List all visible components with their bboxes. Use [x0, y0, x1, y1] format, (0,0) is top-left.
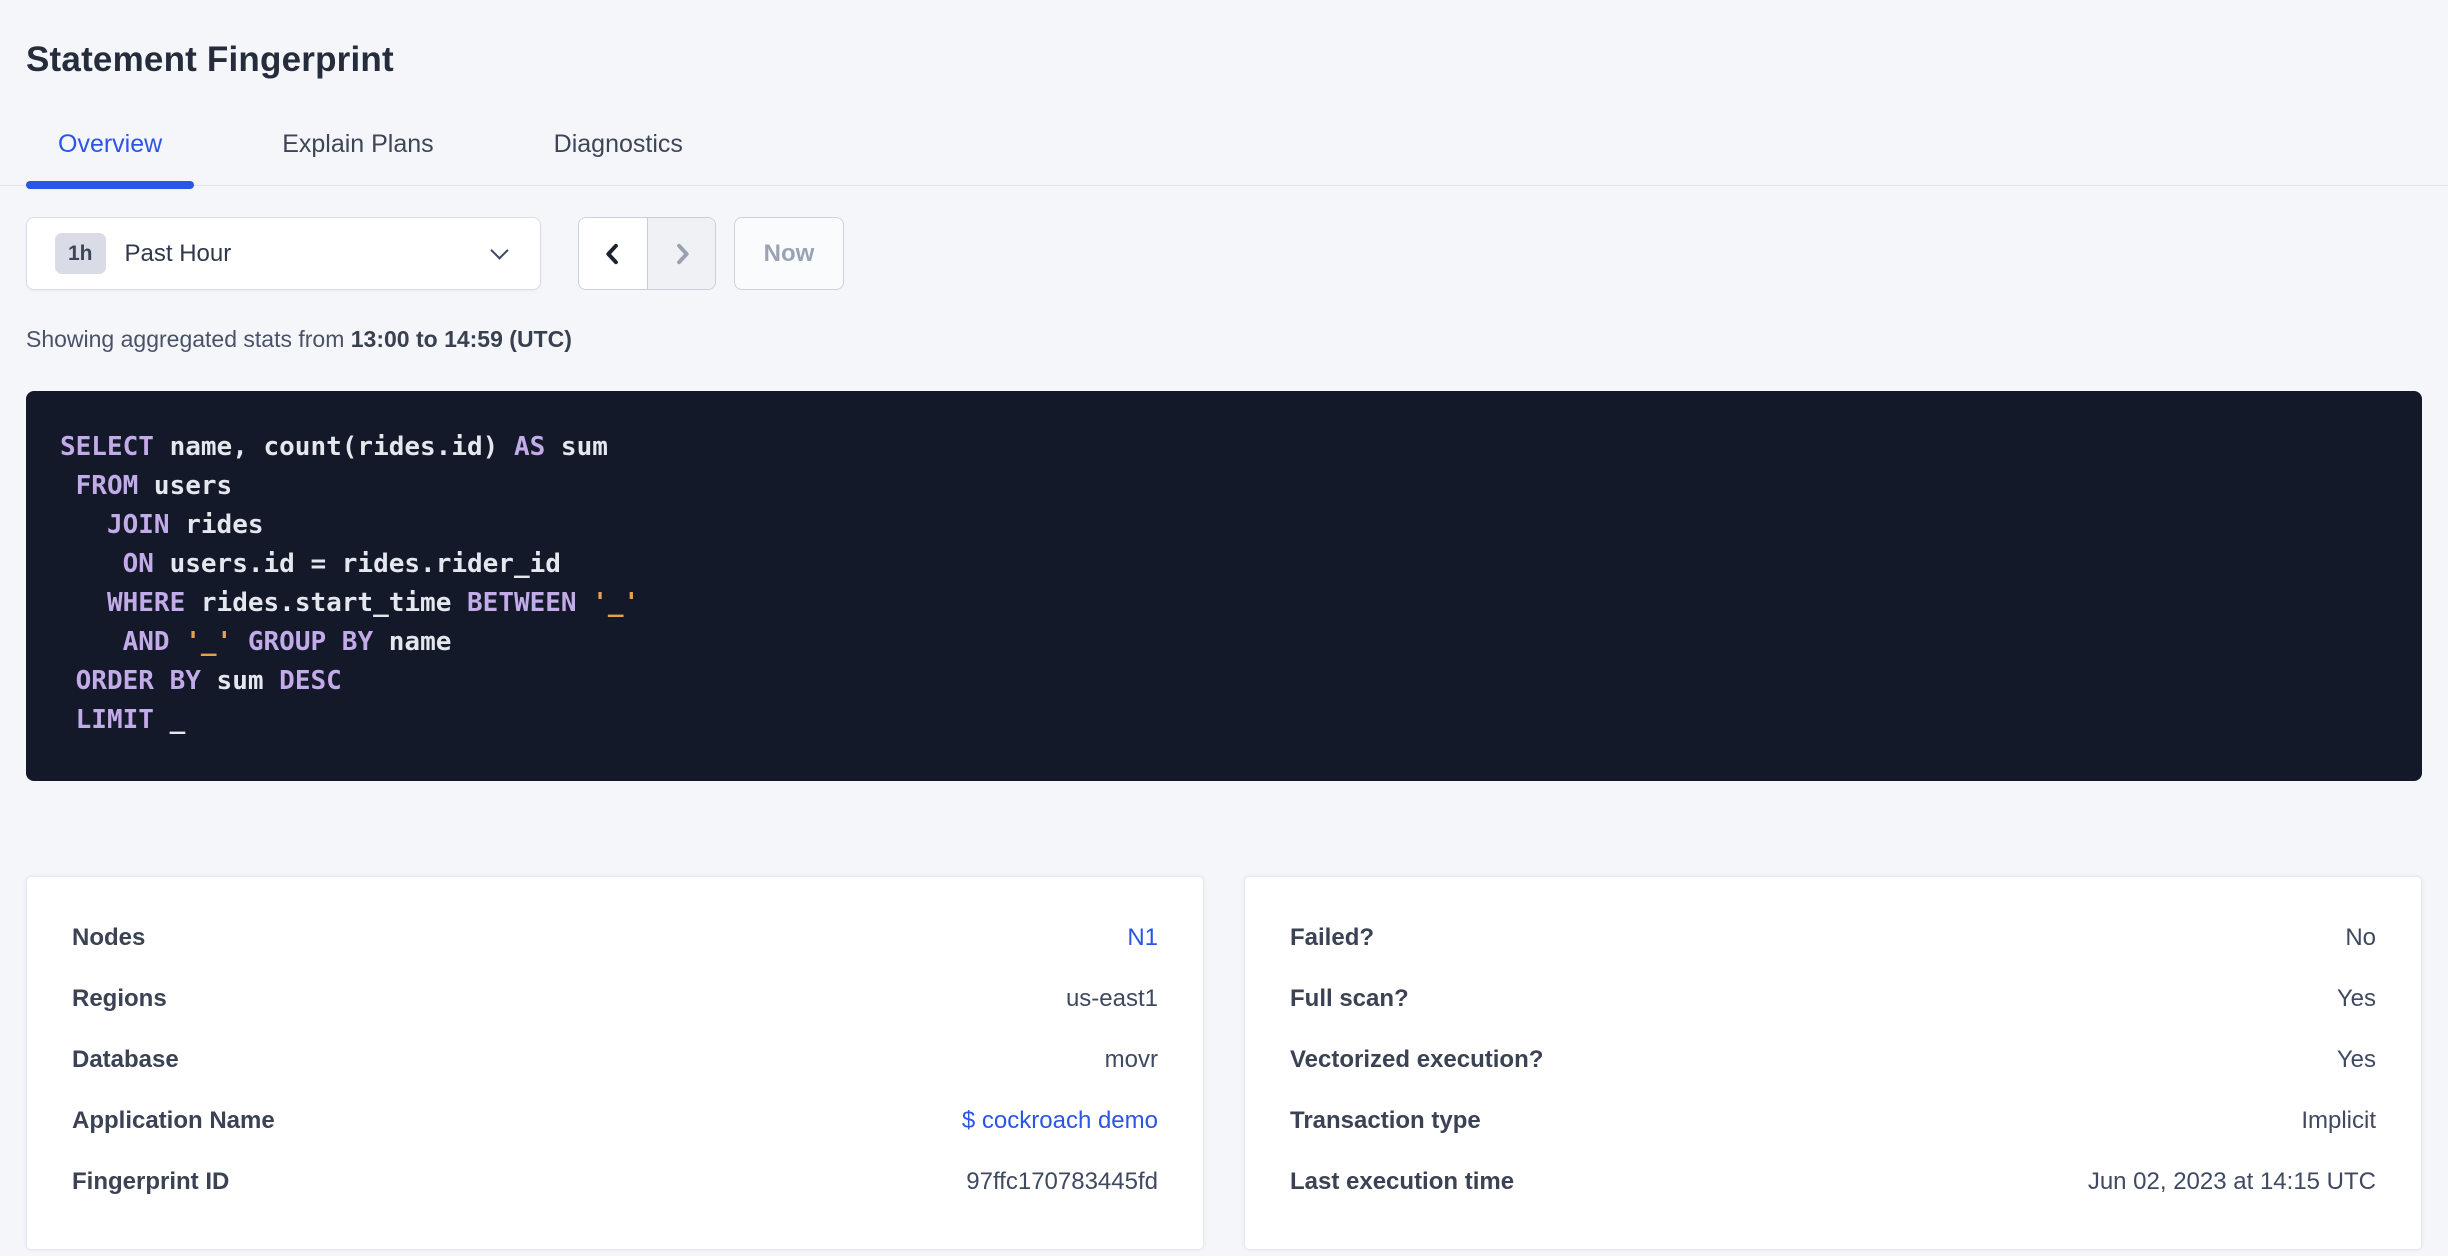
sql-line: AND '_' GROUP BY name: [60, 623, 2388, 662]
detail-row-last-execution-time: Last execution time Jun 02, 2023 at 14:15…: [1290, 1151, 2376, 1212]
vectorized-execution-value: Yes: [2336, 1045, 2376, 1073]
detail-row-database: Database movr: [72, 1029, 1158, 1090]
interval-label: Past Hour: [124, 239, 232, 267]
detail-row-transaction-type: Transaction type Implicit: [1290, 1090, 2376, 1151]
vectorized-execution-label: Vectorized execution?: [1290, 1045, 1544, 1073]
sql-string-literal: '_': [185, 627, 233, 658]
sql-line: SELECT name, count(rides.id) AS sum: [60, 428, 2388, 467]
sql-keyword: JOIN: [106, 510, 170, 541]
sql-line: FROM users: [60, 467, 2388, 506]
previous-interval-button[interactable]: [579, 218, 647, 290]
sql-text: sum: [545, 432, 608, 463]
interval-badge: 1h: [55, 233, 106, 275]
failed-label: Failed?: [1290, 923, 1375, 951]
sql-text: rides: [169, 510, 264, 541]
tab-diagnostics[interactable]: Diagnostics: [522, 129, 715, 185]
details-cards: Nodes N1 Regions us-east1 Database movr Applic…: [26, 876, 2422, 1251]
fingerprint-id-label: Fingerprint ID: [72, 1167, 230, 1195]
chevron-right-icon: [676, 243, 689, 265]
detail-row-nodes: Nodes N1: [72, 907, 1158, 968]
full-scan-value: Yes: [2336, 984, 2376, 1012]
regions-value: us-east1: [1065, 984, 1158, 1012]
sql-text: rides.start_time: [185, 588, 468, 619]
database-value: movr: [1104, 1045, 1158, 1073]
sql-keyword: LIMIT: [75, 705, 154, 736]
sql-text: sum: [200, 666, 280, 697]
regions-label: Regions: [72, 984, 167, 1012]
tab-overview[interactable]: Overview: [26, 129, 195, 190]
sql-text: users.id = rides.rider_id: [153, 549, 561, 580]
detail-row-full-scan: Full scan? Yes: [1290, 968, 2376, 1029]
statement-details-card: Nodes N1 Regions us-east1 Database movr Applic…: [26, 876, 1204, 1251]
sql-keyword: BETWEEN: [467, 588, 577, 619]
tab-explain-plans[interactable]: Explain Plans: [250, 129, 465, 185]
execution-attributes-card: Failed? No Full scan? Yes Vectorized executi…: [1244, 876, 2422, 1251]
summary-prefix: Showing aggregated stats from: [26, 326, 351, 353]
sql-keyword: AND: [122, 627, 170, 658]
full-scan-label: Full scan?: [1290, 984, 1409, 1012]
failed-value: No: [2345, 923, 2376, 951]
sql-text: users: [138, 471, 233, 502]
sql-line: ORDER BY sum DESC: [60, 662, 2388, 701]
sql-text: name, count(rides.id): [153, 432, 514, 463]
sql-string-literal: '_': [592, 588, 640, 619]
database-label: Database: [72, 1045, 179, 1073]
next-interval-button[interactable]: [647, 218, 715, 290]
sql-line: JOIN rides: [60, 506, 2388, 545]
time-step-group: [578, 217, 716, 291]
sql-text: _: [153, 705, 186, 736]
sql-statement-box: SELECT name, count(rides.id) AS sum FROM…: [26, 391, 2422, 782]
sql-keyword: AS: [513, 432, 546, 463]
nodes-link[interactable]: N1: [1127, 924, 1158, 952]
application-name-link[interactable]: $ cockroach demo: [962, 1107, 1158, 1135]
detail-row-application-name: Application Name $ cockroach demo: [72, 1090, 1158, 1151]
sql-keyword: ORDER BY: [75, 666, 201, 697]
sql-line: WHERE rides.start_time BETWEEN '_': [60, 584, 2388, 623]
sql-keyword: SELECT: [60, 432, 154, 463]
detail-row-failed: Failed? No: [1290, 907, 2376, 968]
tab-bar: Overview Explain Plans Diagnostics: [0, 129, 2448, 190]
application-name-label: Application Name: [72, 1106, 275, 1134]
detail-row-vectorized-execution: Vectorized execution? Yes: [1290, 1029, 2376, 1090]
sql-keyword: DESC: [279, 666, 342, 697]
transaction-type-label: Transaction type: [1290, 1106, 1481, 1134]
transaction-type-value: Implicit: [2301, 1106, 2376, 1134]
now-button[interactable]: Now: [734, 217, 844, 291]
sql-keyword: WHERE: [106, 588, 186, 619]
last-execution-time-value: Jun 02, 2023 at 14:15 UTC: [2087, 1167, 2376, 1195]
sql-keyword: FROM: [75, 471, 139, 502]
aggregated-stats-summary: Showing aggregated stats from 13:00 to 1…: [26, 326, 2422, 353]
sql-keyword: GROUP BY: [247, 627, 374, 658]
sql-keyword: ON: [122, 549, 154, 580]
time-controls: 1h Past Hour Now: [26, 217, 2422, 291]
sql-line: LIMIT _: [60, 701, 2388, 740]
summary-time-range: 13:00 to 14:59 (UTC): [350, 326, 572, 353]
detail-row-fingerprint-id: Fingerprint ID 97ffc170783445fd: [72, 1151, 1158, 1212]
fingerprint-id-value: 97ffc170783445fd: [966, 1167, 1158, 1195]
detail-row-regions: Regions us-east1: [72, 968, 1158, 1029]
last-execution-time-label: Last execution time: [1290, 1167, 1515, 1195]
time-interval-dropdown[interactable]: 1h Past Hour: [26, 217, 541, 291]
page-title: Statement Fingerprint: [26, 40, 394, 80]
sql-text: name: [373, 627, 452, 658]
chevron-down-icon: [490, 241, 509, 260]
chevron-left-icon: [606, 243, 618, 265]
sql-line: ON users.id = rides.rider_id: [60, 545, 2388, 584]
nodes-label: Nodes: [72, 923, 146, 951]
